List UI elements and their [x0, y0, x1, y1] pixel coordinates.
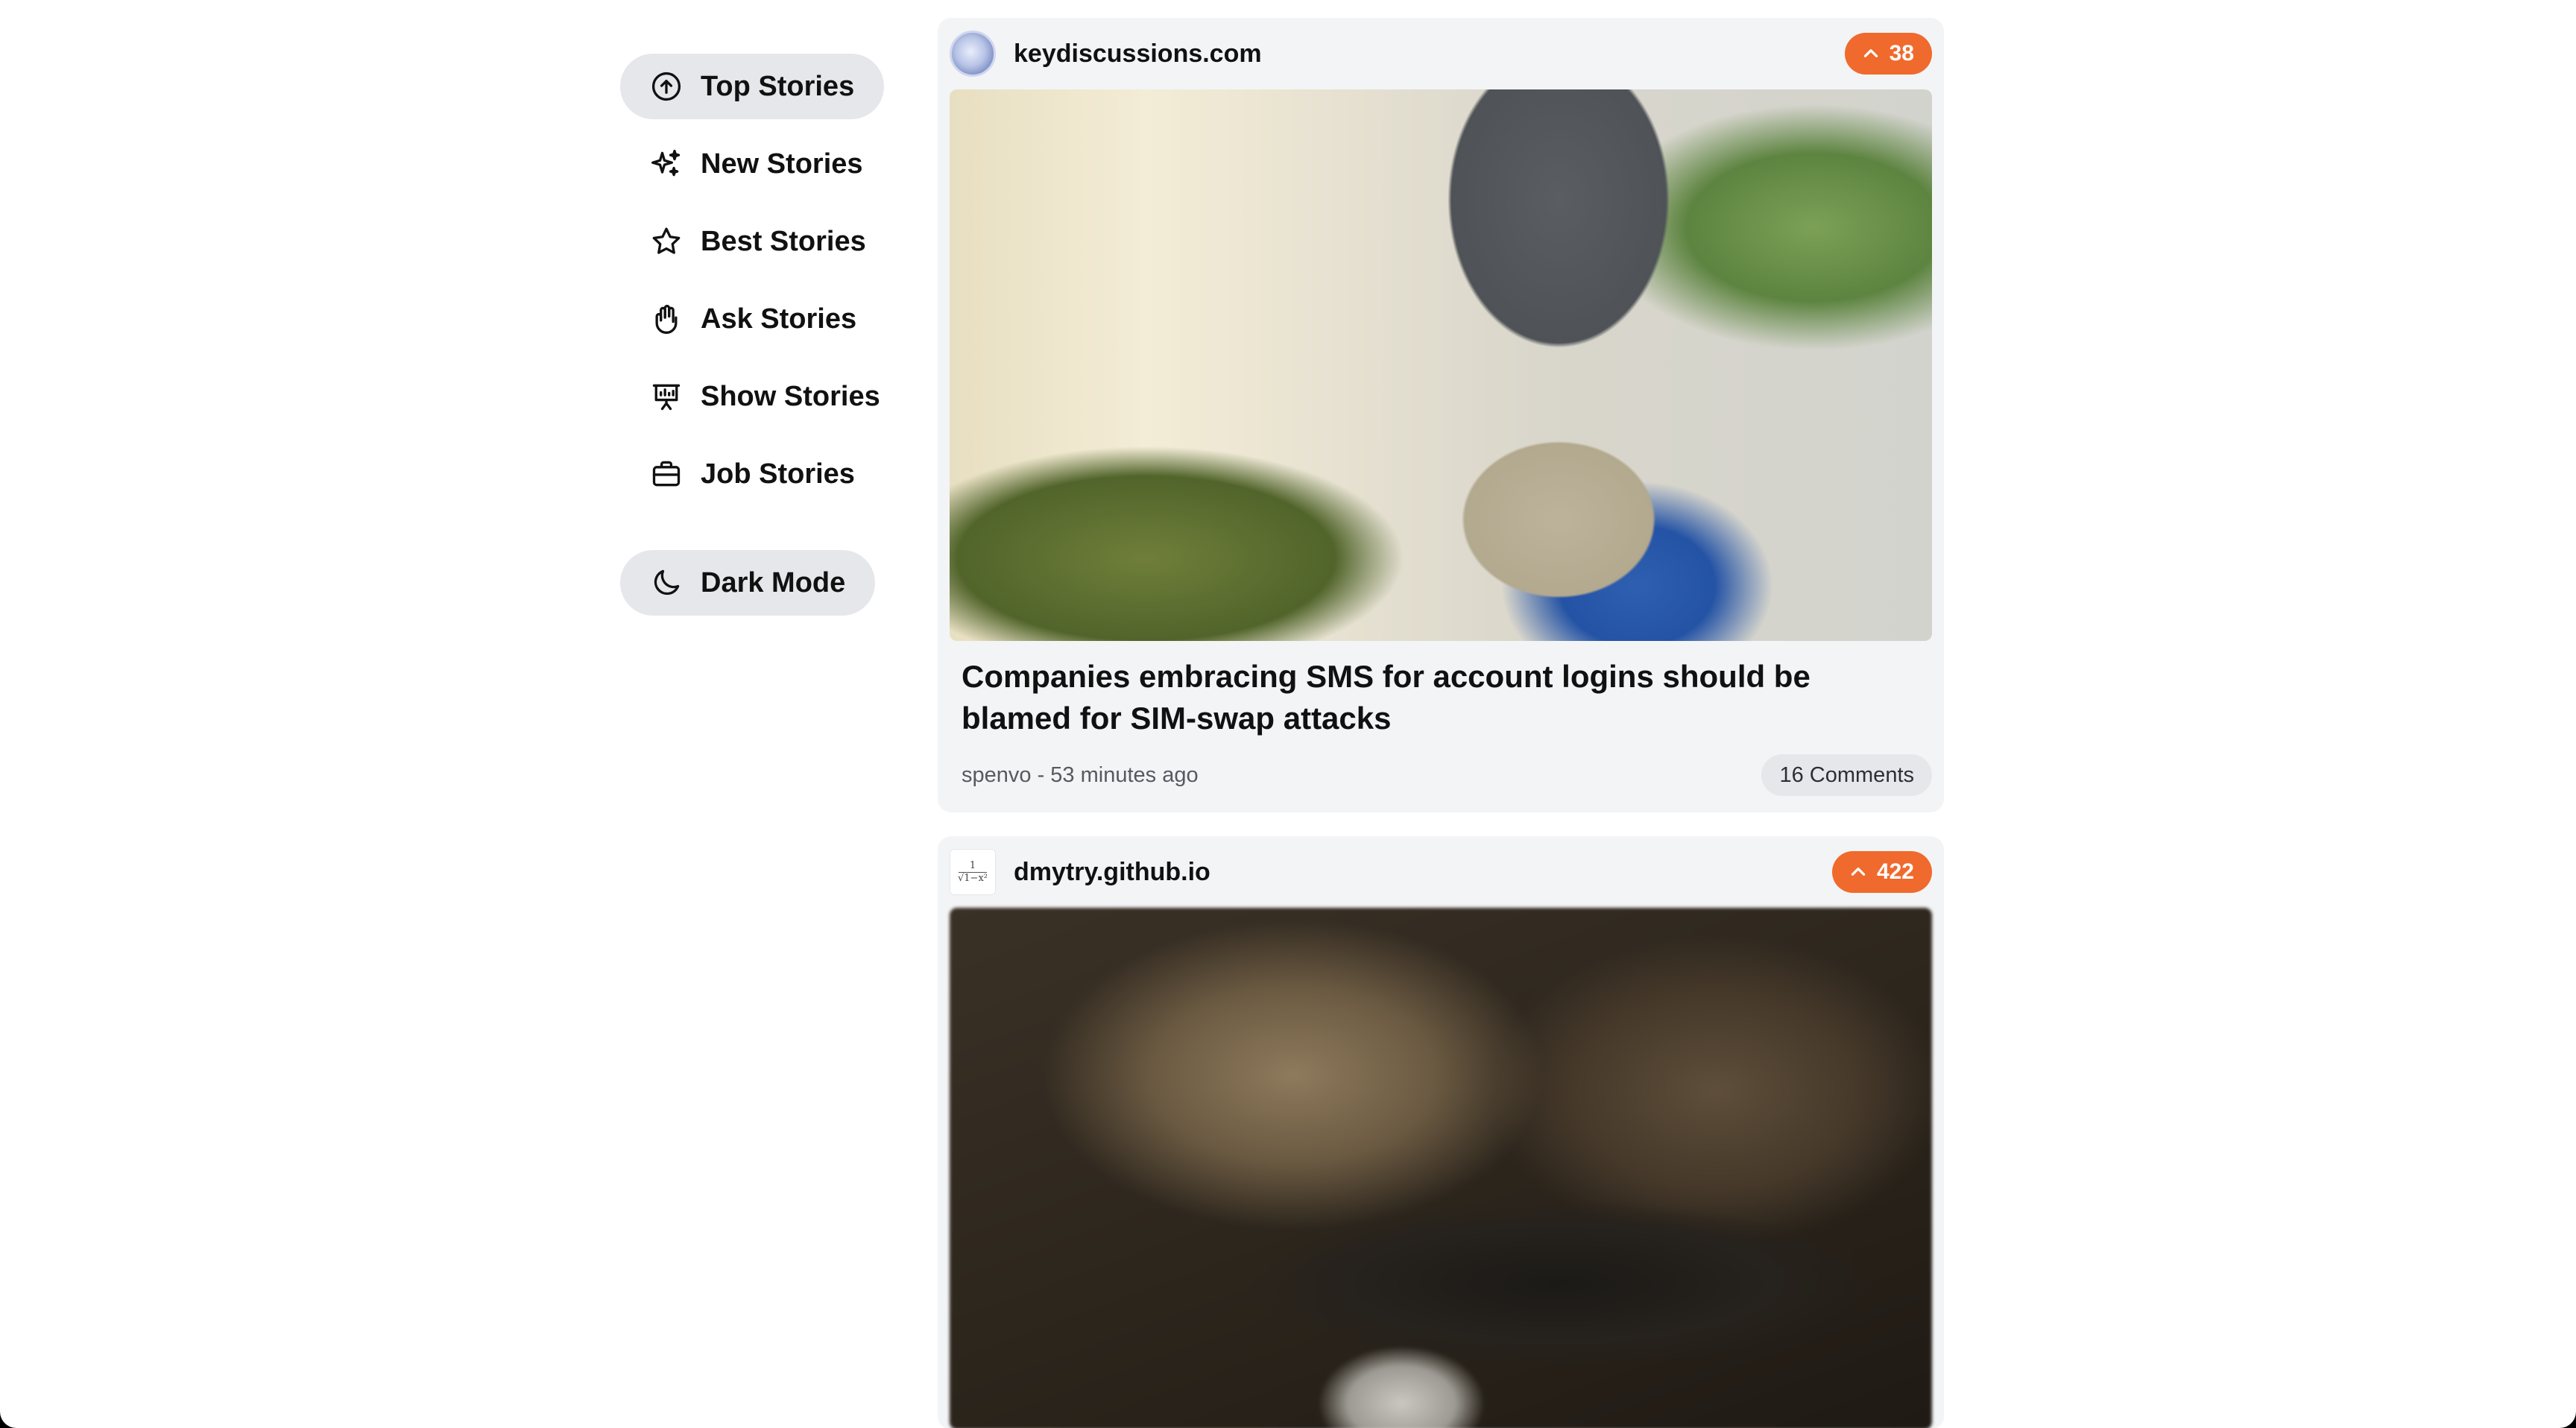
- star-icon: [650, 225, 683, 258]
- chevron-up-icon: [1863, 49, 1878, 57]
- score-value: 422: [1876, 859, 1914, 884]
- nav-label: Ask Stories: [701, 303, 857, 335]
- story-title[interactable]: Companies embracing SMS for account logi…: [950, 641, 1932, 739]
- nav-label: Job Stories: [701, 458, 855, 490]
- nav-show-stories[interactable]: Show Stories: [620, 364, 910, 429]
- story-byline: spenvo - 53 minutes ago: [962, 762, 1199, 787]
- page: Top Stories New Stories Best Stories Ask…: [0, 0, 2576, 1428]
- nav-label: Top Stories: [701, 70, 855, 102]
- chevron-up-icon: [1851, 868, 1866, 876]
- story-site[interactable]: 1 √1−x² dmytry.github.io: [950, 849, 1210, 895]
- story-card[interactable]: keydiscussions.com 38 Companies embracin…: [938, 18, 1944, 812]
- sparkles-icon: [650, 148, 683, 180]
- sidebar: Top Stories New Stories Best Stories Ask…: [620, 54, 888, 628]
- nav-label: Best Stories: [701, 225, 866, 257]
- story-header: 1 √1−x² dmytry.github.io 422: [950, 848, 1932, 896]
- nav-label: Show Stories: [701, 380, 880, 412]
- upvote-score-button[interactable]: 422: [1831, 851, 1932, 893]
- hand-icon: [650, 303, 683, 335]
- briefcase-icon: [650, 458, 683, 490]
- story-image[interactable]: [950, 89, 1932, 641]
- story-card[interactable]: 1 √1−x² dmytry.github.io 422: [938, 836, 1944, 1428]
- story-image[interactable]: [950, 908, 1932, 1428]
- comments-button[interactable]: 16 Comments: [1761, 754, 1932, 796]
- score-value: 38: [1889, 41, 1914, 66]
- nav-label: New Stories: [701, 148, 863, 180]
- story-header: keydiscussions.com 38: [950, 30, 1932, 78]
- nav-top-stories[interactable]: Top Stories: [620, 54, 885, 119]
- moon-icon: [650, 566, 683, 599]
- nav-job-stories[interactable]: Job Stories: [620, 441, 885, 507]
- nav-best-stories[interactable]: Best Stories: [620, 209, 896, 274]
- presentation-icon: [650, 380, 683, 413]
- globe-icon: [950, 31, 996, 77]
- site-name: dmytry.github.io: [1014, 857, 1210, 886]
- site-name: keydiscussions.com: [1014, 39, 1262, 68]
- math-formula-icon: 1 √1−x²: [950, 849, 996, 895]
- dark-mode-label: Dark Mode: [701, 566, 846, 598]
- story-meta: spenvo - 53 minutes ago 16 Comments: [950, 739, 1932, 812]
- arrow-up-circle-icon: [650, 70, 683, 103]
- upvote-score-button[interactable]: 38: [1844, 33, 1932, 75]
- story-site[interactable]: keydiscussions.com: [950, 31, 1262, 77]
- dark-mode-toggle[interactable]: Dark Mode: [620, 550, 876, 616]
- nav-new-stories[interactable]: New Stories: [620, 131, 893, 197]
- story-feed: keydiscussions.com 38 Companies embracin…: [938, 18, 1944, 1428]
- nav-ask-stories[interactable]: Ask Stories: [620, 286, 886, 352]
